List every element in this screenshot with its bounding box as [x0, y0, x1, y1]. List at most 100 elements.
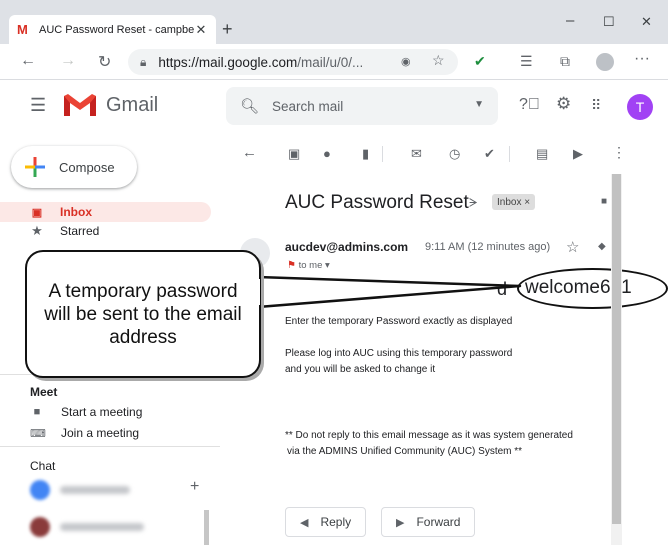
collections-icon[interactable]: ⧉ — [560, 53, 570, 70]
compose-label: Compose — [59, 159, 115, 175]
sidebar-item-inbox[interactable]: ▣ Inbox — [0, 202, 211, 222]
browser-tab[interactable]: M AUC Password Reset - campbellt ✕ — [9, 15, 216, 44]
body-line: ** Do not reply to this email message as… — [285, 430, 573, 441]
sidebar-item-label: Inbox — [60, 205, 92, 219]
password-highlight-oval — [517, 268, 668, 309]
sidebar-divider — [0, 446, 220, 447]
email-subject: AUC Password Reset — [285, 192, 469, 213]
chat-contact-row[interactable] — [30, 480, 130, 500]
sender-email[interactable]: aucdev@admins.com — [285, 240, 408, 254]
callout-text: A temporary password will be sent to the… — [44, 280, 242, 348]
minimize-button[interactable]: – — [566, 12, 574, 29]
sidebar-item-label: Starred — [60, 224, 100, 238]
gmail-header: ☰ Gmail 🔍︎ ▼ ?⃝ ⚙ ⠿ T — [0, 80, 668, 134]
reply-button[interactable]: ◀ Reply — [285, 507, 367, 537]
reply-icon: ◀ — [300, 516, 309, 529]
tab-title: AUC Password Reset - campbellt — [39, 23, 194, 36]
star-email-icon[interactable]: ☆ — [566, 238, 579, 256]
email-timestamp: 9:11 AM (12 minutes ago) — [425, 241, 551, 253]
start-meeting-link[interactable]: ■ Start a meeting — [30, 405, 143, 419]
forward-arrow-icon[interactable]: → — [60, 52, 76, 70]
importance-marker-icon[interactable]: ᗒ — [469, 196, 478, 211]
gmail-logo-icon[interactable] — [62, 92, 98, 118]
contact-avatar — [30, 517, 50, 537]
archive-icon[interactable]: ▣ — [288, 146, 300, 162]
report-spam-icon[interactable]: ● — [323, 146, 331, 161]
search-options-icon[interactable]: ▼ — [474, 99, 484, 110]
search-icon[interactable]: 🔍︎ — [240, 97, 260, 115]
body-line: Enter the temporary Password exactly as … — [285, 316, 513, 327]
search-input[interactable] — [272, 98, 452, 114]
body-line: Please log into AUC using this temporary… — [285, 348, 513, 359]
contact-avatar — [30, 480, 50, 500]
toolbar-divider — [509, 146, 510, 162]
address-bar: ← → ↻ 🔒︎ https://mail.google.com/mail/u/… — [0, 44, 668, 80]
print-icon[interactable]: ■ — [601, 196, 607, 207]
reading-list-icon[interactable]: ☰ — [520, 53, 533, 70]
join-meeting-label: Join a meeting — [61, 426, 140, 440]
window-close-button[interactable]: ✕ — [641, 14, 652, 30]
gmail-wordmark[interactable]: Gmail — [106, 94, 158, 117]
settings-gear-icon[interactable]: ⚙ — [556, 94, 571, 114]
chat-contact-row[interactable] — [30, 517, 144, 537]
body-line: and you will be asked to change it — [285, 364, 436, 375]
browser-tab-bar: M AUC Password Reset - campbellt ✕ + – ☐… — [0, 0, 668, 44]
more-options-icon[interactable]: ⋮ — [612, 144, 626, 161]
apps-grid-icon[interactable]: ⠿ — [591, 97, 601, 114]
label-icon[interactable]: ▶ — [573, 146, 583, 162]
contact-name-redacted — [60, 486, 130, 494]
browser-menu-icon[interactable]: ··· — [634, 50, 650, 68]
lock-icon: 🔒︎ — [140, 54, 147, 69]
reply-arrow-icon[interactable]: ◆ — [598, 241, 606, 252]
move-to-icon[interactable]: ▤ — [536, 146, 548, 162]
email-toolbar: ← ▣ ● ▮ ✉ ◷ ✔ ▤ ▶ ⋮ — [224, 134, 668, 174]
toolbar-divider — [382, 146, 383, 162]
maximize-button[interactable]: ☐ — [603, 14, 615, 30]
forward-icon: ▶ — [396, 516, 405, 529]
new-tab-button[interactable]: + — [222, 19, 233, 40]
forward-button[interactable]: ▶ Forward — [381, 507, 476, 537]
browser-profile-icon[interactable] — [596, 53, 614, 71]
delete-icon[interactable]: ▮ — [362, 146, 369, 162]
annotation-callout: A temporary password will be sent to the… — [25, 250, 261, 378]
eye-icon[interactable]: ◉ — [401, 55, 411, 68]
star-icon: ★ — [31, 223, 43, 238]
reply-label: Reply — [320, 515, 352, 529]
mark-unread-icon[interactable]: ✉ — [411, 146, 422, 162]
keyboard-icon: ⌨ — [30, 427, 46, 440]
sidebar-scrollbar[interactable] — [204, 510, 209, 545]
contact-name-redacted — [60, 523, 144, 531]
back-arrow-icon[interactable]: ← — [20, 52, 36, 70]
gmail-favicon-icon: M — [17, 22, 28, 37]
start-meeting-label: Start a meeting — [61, 405, 143, 419]
body-line: via the ADMINS Unified Community (AUC) S… — [287, 446, 523, 457]
recipient-details[interactable]: ⚑ to me ▾ — [287, 260, 330, 271]
recipient-label: to me ▾ — [298, 260, 330, 271]
reload-icon[interactable]: ↻ — [98, 52, 111, 72]
main-menu-icon[interactable]: ☰ — [30, 95, 46, 116]
help-icon[interactable]: ?⃝ — [519, 96, 540, 114]
account-avatar[interactable]: T — [627, 94, 653, 120]
inbox-icon: ▣ — [31, 206, 43, 219]
important-badge-icon: ⚑ — [287, 260, 296, 271]
sidebar-item-starred[interactable]: ★ Starred — [0, 221, 99, 241]
body-partial-text: d — [497, 279, 508, 299]
add-to-tasks-icon[interactable]: ✔ — [484, 146, 495, 162]
compose-plus-icon — [25, 157, 45, 177]
bookmark-star-icon[interactable]: ☆ — [432, 52, 445, 69]
inbox-label-chip[interactable]: Inbox × — [492, 194, 536, 210]
add-chat-icon[interactable]: + — [190, 478, 199, 496]
video-camera-icon: ■ — [33, 406, 41, 418]
chat-heading: Chat — [30, 459, 56, 473]
forward-label: Forward — [416, 515, 461, 529]
meet-heading: Meet — [30, 385, 58, 399]
snooze-icon[interactable]: ◷ — [449, 146, 460, 162]
search-bar[interactable]: 🔍︎ ▼ — [226, 87, 498, 125]
back-to-inbox-icon[interactable]: ← — [242, 144, 257, 161]
extension-check-icon[interactable]: ✔ — [474, 53, 486, 70]
url-text: https://mail.google.com/mail/u/0/... — [158, 54, 364, 70]
email-scrollbar-thumb[interactable] — [612, 174, 621, 524]
tab-close-icon[interactable]: ✕ — [194, 22, 208, 38]
join-meeting-link[interactable]: ⌨ Join a meeting — [30, 426, 139, 440]
compose-button[interactable]: Compose — [11, 146, 137, 188]
